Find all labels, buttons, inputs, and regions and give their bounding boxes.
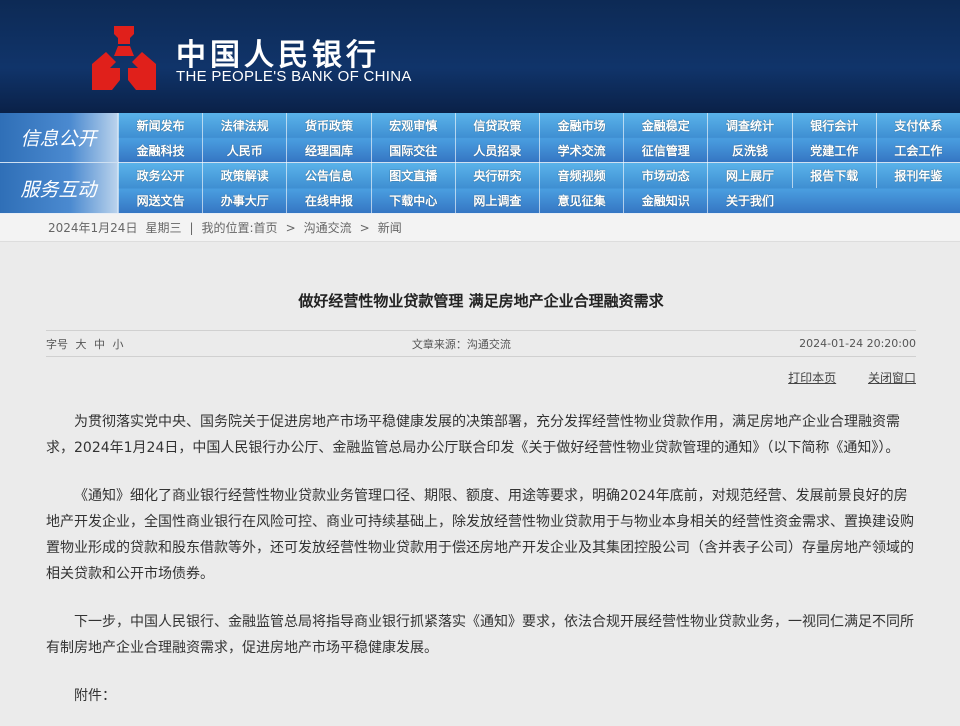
- article-paragraph: 《通知》细化了商业银行经营性物业贷款业务管理口径、期限、额度、用途等要求，明确2…: [46, 488, 914, 582]
- breadcrumb: 2024年1月24日 星期三 | 我的位置:首页 > 沟通交流 > 新闻: [0, 214, 960, 242]
- article-tools: 打印本页 关闭窗口: [46, 369, 916, 395]
- nav-item[interactable]: 市场动态: [623, 163, 707, 188]
- nav-item[interactable]: 学术交流: [538, 138, 623, 163]
- nav-item[interactable]: 金融市场: [538, 113, 623, 138]
- article-title: 做好经营性物业贷款管理 满足房地产企业合理融资需求: [298, 292, 664, 310]
- nav-item[interactable]: 网上展厅: [707, 163, 791, 188]
- article-source: 文章来源：沟通交流: [411, 337, 511, 351]
- article-paragraph: 下一步，中国人民银行、金融监管总局将指导商业银行抓紧落实《通知》要求，依法合规开…: [46, 614, 914, 656]
- nav-item[interactable]: 宏观审慎: [370, 113, 455, 138]
- nav-item[interactable]: 国际交往: [370, 138, 455, 163]
- nav-item[interactable]: 报告下载: [791, 163, 876, 188]
- nav-empty-cell: [792, 188, 876, 213]
- font-size-label: 字号: [46, 337, 68, 351]
- nav-grid: 新闻发布 法律法规 货币政策 宏观审慎 信贷政策 金融市场 金融稳定 调查统计 银行会计 支付体系…: [118, 113, 960, 163]
- nav-item[interactable]: 网上调查: [454, 188, 539, 213]
- current-date: 2024年1月24日: [48, 221, 138, 235]
- nav-item[interactable]: 报刊年鉴: [875, 163, 960, 188]
- nav-item[interactable]: 法律法规: [202, 113, 286, 138]
- article-datetime: 2024-01-24 20:20:00: [799, 337, 916, 350]
- nav-item[interactable]: 央行研究: [454, 163, 539, 188]
- pboc-logo-icon: [92, 26, 156, 90]
- nav-block: 信息公开 新闻发布 法律法规 货币政策 宏观审慎 信贷政策 金融市场 金融稳定 调查统计 银行会计…: [0, 113, 960, 163]
- weekday: 星期三: [145, 221, 182, 235]
- nav-empty-cell: [876, 188, 960, 213]
- nav-item[interactable]: 办事大厅: [202, 188, 286, 213]
- nav-item[interactable]: 调查统计: [707, 113, 791, 138]
- nav-item[interactable]: 货币政策: [286, 113, 370, 138]
- attachment-label: 附件：: [74, 688, 116, 704]
- nav-item[interactable]: 网送文告: [118, 188, 202, 213]
- nav-item[interactable]: 信贷政策: [454, 113, 539, 138]
- nav-item[interactable]: 经理国库: [286, 138, 370, 163]
- site-header: 中国人民银行 THE PEOPLE'S BANK OF CHINA: [0, 0, 960, 113]
- nav-item[interactable]: 支付体系: [875, 113, 960, 138]
- nav-item[interactable]: 在线申报: [286, 188, 370, 213]
- font-small-button[interactable]: 小: [113, 338, 124, 351]
- nav-item[interactable]: 工会工作: [875, 138, 960, 163]
- nav-item[interactable]: 公告信息: [286, 163, 370, 188]
- nav-item[interactable]: 政策解读: [202, 163, 286, 188]
- nav-item[interactable]: 反洗钱: [707, 138, 791, 163]
- font-large-button[interactable]: 大: [76, 338, 87, 351]
- nav-item[interactable]: 金融科技: [118, 138, 202, 163]
- nav-item[interactable]: 新闻发布: [118, 113, 202, 138]
- nav-grid: 政务公开 政策解读 公告信息 图文直播 央行研究 音频视频 市场动态 网上展厅 报告下载 报刊年鉴…: [118, 163, 960, 213]
- nav-item[interactable]: 征信管理: [623, 138, 707, 163]
- article-paragraph: 为贯彻落实党中央、国务院关于促进房地产市场平稳健康发展的决策部署，充分发挥经营性…: [46, 414, 900, 456]
- nav-item[interactable]: 人民币: [202, 138, 286, 163]
- nav-item[interactable]: 党建工作: [791, 138, 876, 163]
- article: 做好经营性物业贷款管理 满足房地产企业合理融资需求 字号 大 中 小 文章来源：…: [0, 290, 960, 709]
- breadcrumb-item[interactable]: 沟通交流: [304, 219, 352, 236]
- font-size-controls: 字号 大 中 小: [46, 336, 124, 352]
- nav-item[interactable]: 金融知识: [623, 188, 707, 213]
- print-link[interactable]: 打印本页: [788, 371, 836, 385]
- close-window-link[interactable]: 关闭窗口: [868, 371, 916, 385]
- article-meta: 字号 大 中 小 文章来源：沟通交流 2024-01-24 20:20:00: [46, 330, 916, 357]
- font-medium-button[interactable]: 中: [94, 338, 105, 351]
- nav-block: 服务互动 政务公开 政策解读 公告信息 图文直播 央行研究 音频视频 市场动态 网上展厅 报告下载…: [0, 163, 960, 213]
- nav-item[interactable]: 意见征集: [538, 188, 623, 213]
- nav-item[interactable]: 金融稳定: [623, 113, 707, 138]
- nav-item[interactable]: 图文直播: [370, 163, 455, 188]
- nav-item[interactable]: 人员招录: [454, 138, 539, 163]
- nav-item[interactable]: 关于我们: [707, 188, 791, 213]
- separator: |: [189, 220, 194, 235]
- nav-item[interactable]: 音频视频: [538, 163, 623, 188]
- brand-name-en: THE PEOPLE'S BANK OF CHINA: [176, 68, 412, 85]
- breadcrumb-arrow: >: [359, 220, 370, 235]
- nav-item[interactable]: 银行会计: [791, 113, 876, 138]
- breadcrumb-arrow: >: [285, 220, 296, 235]
- nav-item[interactable]: 下载中心: [370, 188, 455, 213]
- nav-item[interactable]: 政务公开: [118, 163, 202, 188]
- main-nav: 信息公开 新闻发布 法律法规 货币政策 宏观审慎 信贷政策 金融市场 金融稳定 调查统计 银行会计…: [0, 113, 960, 214]
- nav-section-label: 信息公开: [0, 113, 118, 162]
- nav-section-label: 服务互动: [0, 163, 118, 213]
- breadcrumb-current[interactable]: 新闻: [378, 219, 402, 236]
- breadcrumb-home[interactable]: 我的位置:首页: [202, 219, 278, 236]
